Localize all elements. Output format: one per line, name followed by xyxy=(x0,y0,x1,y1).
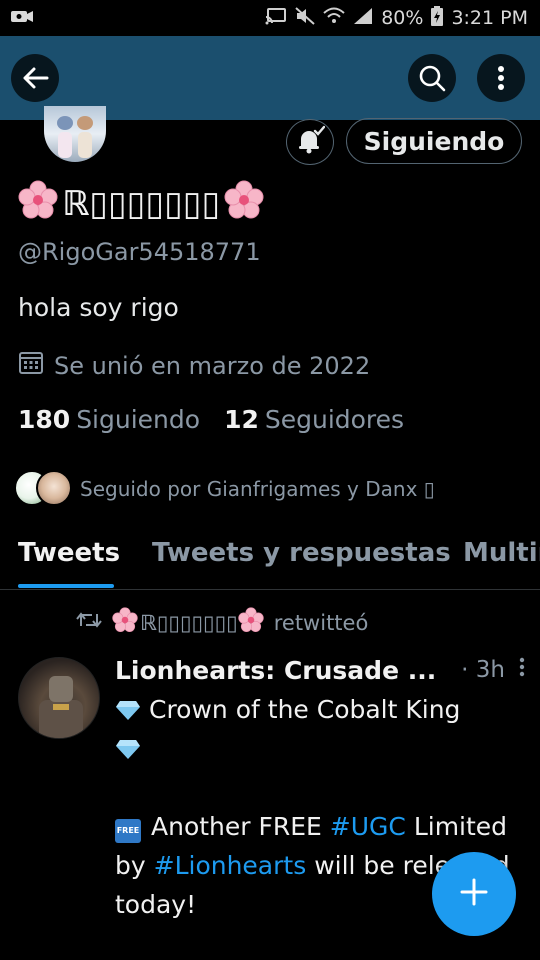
battery-level: 80% xyxy=(381,7,424,29)
mutual-follower-avatars xyxy=(14,470,72,508)
compose-tweet-button[interactable] xyxy=(432,852,516,936)
notification-bell-icon xyxy=(295,125,326,159)
tweet-line-1: Crown of the Cobalt King xyxy=(149,695,461,724)
hashtag-link[interactable]: #Lionhearts xyxy=(154,851,307,880)
followers-count: 12 xyxy=(224,405,259,434)
cherry-blossom-icon xyxy=(224,180,264,229)
profile-name: ℝ▯▯▯▯▯▯▯ xyxy=(18,180,264,228)
free-badge-icon: FREE xyxy=(115,819,141,843)
notifications-button[interactable] xyxy=(286,119,334,165)
hashtag-link[interactable]: #UGC xyxy=(330,812,406,841)
following-label: Siguiendo xyxy=(76,405,201,434)
cherry-blossom-icon xyxy=(18,180,58,229)
battery-icon xyxy=(431,6,444,30)
tweet-header: Lionhearts: Crusade ... · 3h xyxy=(115,652,525,688)
avatar[interactable] xyxy=(44,106,106,162)
arrow-left-icon xyxy=(21,66,49,90)
plus-icon xyxy=(459,877,489,911)
calendar-icon xyxy=(18,350,44,382)
followers-label: Seguidores xyxy=(264,405,405,434)
diamond-icon xyxy=(115,693,141,720)
followers-link[interactable]: 12 Seguidores xyxy=(224,405,404,434)
diamond-icon xyxy=(115,732,141,759)
retweet-label: retwitteó xyxy=(273,610,369,635)
cast-icon xyxy=(265,7,287,29)
following-count: 180 xyxy=(18,405,71,434)
clock: 3:21 PM xyxy=(451,7,528,29)
join-date-text: Se unió en marzo de 2022 xyxy=(54,352,371,380)
tab-multimedia[interactable]: Multir xyxy=(463,538,540,568)
follow-counts: 180 Siguiendo 12 Seguidores xyxy=(18,405,404,434)
join-date: Se unió en marzo de 2022 xyxy=(18,350,370,382)
retweet-icon xyxy=(76,610,102,635)
followed-by[interactable]: Seguido por Gianfrigames y Danx ▯ xyxy=(14,470,435,508)
profile-tabs: Tweets Tweets y respuestas Multir xyxy=(0,530,540,590)
following-link[interactable]: 180 Siguiendo xyxy=(18,405,200,434)
search-button[interactable] xyxy=(408,54,456,102)
more-button[interactable] xyxy=(477,54,525,102)
camera-notification-icon xyxy=(10,7,34,29)
more-vertical-icon xyxy=(497,65,505,91)
tweet-author[interactable]: Lionhearts: Crusade ... xyxy=(115,656,436,685)
tweet-more-button[interactable] xyxy=(519,657,525,683)
cherry-blossom-icon xyxy=(238,607,264,638)
search-icon xyxy=(418,64,446,92)
retweeter-name[interactable]: ℝ▯▯▯▯▯▯▯ xyxy=(140,611,238,635)
mute-icon xyxy=(295,7,315,29)
profile-bio: hola soy rigo xyxy=(18,293,179,322)
followed-by-text: Seguido por Gianfrigames y Danx ▯ xyxy=(80,477,435,501)
wifi-icon xyxy=(323,7,345,29)
cherry-blossom-icon xyxy=(112,607,138,638)
following-button[interactable]: Siguiendo xyxy=(346,118,522,164)
active-tab-indicator xyxy=(18,584,114,588)
status-bar: 80% 3:21 PM xyxy=(0,0,540,36)
retweet-context: ℝ▯▯▯▯▯▯▯ retwitteó xyxy=(76,607,368,638)
avatar xyxy=(36,470,72,506)
tweet-time: · 3h xyxy=(461,657,505,683)
profile-handle: @RigoGar54518771 xyxy=(18,238,261,266)
avatar[interactable] xyxy=(18,657,100,739)
signal-icon xyxy=(353,7,373,29)
tab-tweets[interactable]: Tweets xyxy=(18,538,120,568)
back-button[interactable] xyxy=(11,54,59,102)
tweet-text-prefix: Another FREE xyxy=(151,812,322,841)
tab-tweets-replies[interactable]: Tweets y respuestas xyxy=(152,538,451,568)
display-name-text: ℝ▯▯▯▯▯▯▯ xyxy=(62,184,221,224)
more-vertical-icon xyxy=(519,657,525,683)
